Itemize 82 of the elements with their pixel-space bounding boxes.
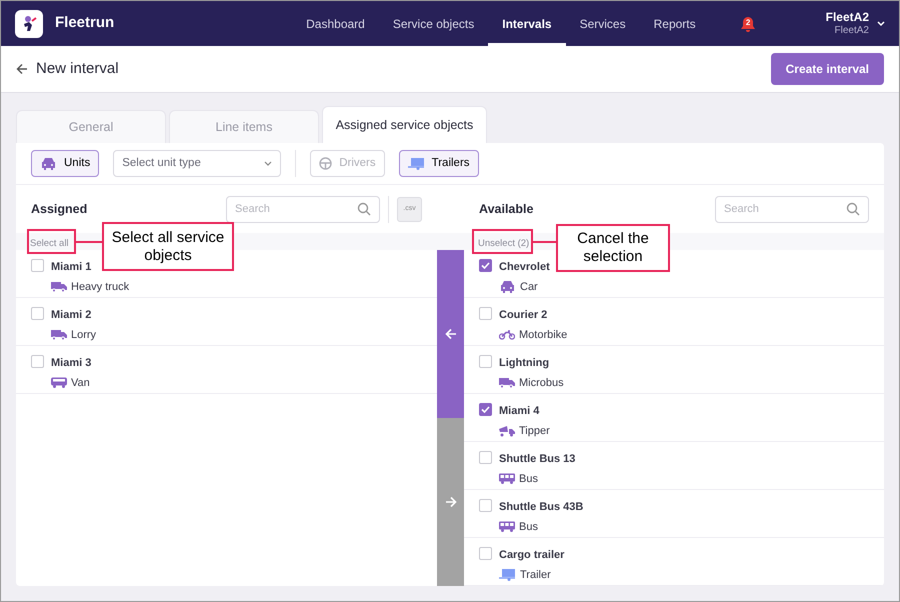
search-icon bbox=[846, 202, 860, 216]
item-type: Trailer bbox=[520, 568, 551, 582]
list-item[interactable]: Shuttle Bus 13 Bus bbox=[464, 442, 884, 490]
checkbox[interactable] bbox=[31, 259, 44, 272]
item-type: Motorbike bbox=[519, 328, 568, 342]
item-type: Bus bbox=[519, 472, 538, 486]
move-left-button[interactable] bbox=[437, 250, 464, 418]
list-item[interactable]: Courier 2 Motorbike bbox=[464, 298, 884, 346]
chevron-down-icon[interactable] bbox=[877, 20, 885, 26]
checkbox[interactable] bbox=[479, 259, 492, 272]
item-type: Tipper bbox=[519, 424, 550, 438]
move-right-button[interactable] bbox=[437, 418, 464, 586]
checkbox[interactable] bbox=[479, 451, 492, 464]
dump-truck-icon bbox=[499, 424, 515, 437]
item-name: Cargo trailer bbox=[499, 548, 564, 563]
highlight-frame bbox=[27, 229, 76, 254]
callout-text: Select all service objects bbox=[102, 222, 234, 271]
checkbox[interactable] bbox=[479, 355, 492, 368]
unit-type-select[interactable]: Select unit type bbox=[113, 150, 282, 177]
item-type: Car bbox=[520, 280, 538, 294]
truck-icon bbox=[499, 377, 515, 388]
column-title: Available bbox=[479, 200, 534, 218]
checkbox[interactable] bbox=[479, 307, 492, 320]
item-name: Lightning bbox=[499, 356, 550, 371]
item-name: Shuttle Bus 13 bbox=[499, 452, 576, 467]
car-icon bbox=[499, 280, 516, 294]
bus-icon bbox=[499, 473, 515, 484]
filter-button[interactable]: Trailers bbox=[398, 150, 479, 177]
create-interval-button[interactable]: Create interval bbox=[770, 53, 884, 85]
motorbike-icon bbox=[499, 329, 515, 340]
truck-icon bbox=[51, 281, 67, 292]
nav-link[interactable]: Reports bbox=[640, 1, 710, 46]
item-name: Miami 3 bbox=[51, 356, 92, 371]
item-name: Miami 1 bbox=[51, 260, 92, 275]
tab[interactable]: Assigned service objects bbox=[322, 106, 487, 143]
item-name: Miami 2 bbox=[51, 308, 92, 323]
item-type: Microbus bbox=[519, 376, 564, 390]
item-type: Van bbox=[71, 376, 90, 390]
trailer-icon bbox=[499, 568, 516, 582]
chevron-down-icon bbox=[264, 160, 272, 166]
van-icon bbox=[51, 377, 67, 388]
callout-text: Cancel the selection bbox=[556, 224, 670, 272]
checkbox[interactable] bbox=[31, 307, 44, 320]
leader-line bbox=[76, 241, 102, 243]
arrow-left-icon bbox=[444, 328, 456, 340]
column-title: Assigned bbox=[31, 200, 88, 218]
search-icon bbox=[357, 202, 371, 216]
brand-name[interactable]: Fleetrun bbox=[55, 12, 114, 35]
bus-icon bbox=[499, 521, 515, 532]
item-type: Bus bbox=[519, 520, 538, 534]
arrow-right-icon bbox=[444, 496, 456, 508]
list-item[interactable]: Lightning Microbus bbox=[464, 346, 884, 394]
checkbox[interactable] bbox=[479, 547, 492, 560]
nav-link[interactable]: Service objects bbox=[378, 1, 488, 46]
back-arrow-icon[interactable] bbox=[16, 63, 28, 75]
steering-wheel-icon bbox=[319, 157, 332, 170]
car-icon bbox=[40, 157, 57, 170]
logo-icon[interactable] bbox=[15, 10, 43, 38]
nav-link[interactable]: Dashboard bbox=[292, 1, 379, 46]
item-name: Miami 4 bbox=[499, 404, 540, 419]
user-menu[interactable]: FleetA2 FleetA2 bbox=[826, 11, 869, 36]
trailer-icon bbox=[408, 157, 425, 170]
list-item[interactable]: Shuttle Bus 43B Bus bbox=[464, 490, 884, 538]
leader-line bbox=[533, 241, 556, 243]
checkbox[interactable] bbox=[479, 499, 492, 512]
checkbox[interactable] bbox=[31, 355, 44, 368]
highlight-frame bbox=[472, 229, 533, 254]
list-item[interactable]: Miami 4 Tipper bbox=[464, 394, 884, 442]
list-item[interactable]: Cargo trailer Trailer bbox=[464, 538, 884, 586]
item-name: Chevrolet bbox=[499, 260, 550, 275]
filter-button[interactable]: Units bbox=[31, 150, 100, 177]
item-type: Lorry bbox=[71, 328, 96, 342]
nav-link[interactable]: Services bbox=[566, 1, 640, 46]
list-item[interactable]: Miami 3 Van bbox=[16, 346, 437, 394]
truck-icon bbox=[51, 329, 67, 340]
item-name: Courier 2 bbox=[499, 308, 548, 323]
notification-bell-icon[interactable]: 2 bbox=[740, 14, 756, 33]
list-item[interactable]: Miami 2 Lorry bbox=[16, 298, 437, 346]
checkbox[interactable] bbox=[479, 403, 492, 416]
item-type: Heavy truck bbox=[71, 280, 130, 294]
page-title: New interval bbox=[36, 58, 119, 79]
item-name: Shuttle Bus 43B bbox=[499, 500, 584, 515]
